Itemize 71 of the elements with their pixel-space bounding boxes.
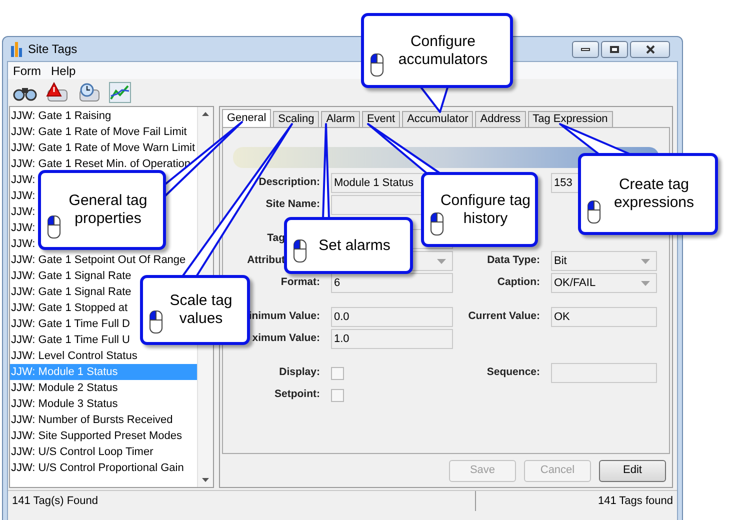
callout-text: Configure tag history [440,192,531,228]
chart-icon[interactable] [109,82,131,103]
close-icon [646,44,654,54]
input-field[interactable]: 1.0 [331,329,453,349]
tag-list-item[interactable]: JJW: Site Supported Preset Modes [10,428,197,444]
tag-list-item[interactable]: JJW: Module 3 Status [10,396,197,412]
close-button[interactable] [630,40,670,58]
tag-list-item[interactable]: JJW: U/S Control Proportional Gain [10,460,197,476]
clock-scroll-icon[interactable] [77,82,101,104]
tag-list-item[interactable]: JJW: Module 2 Status [10,380,197,396]
field-label: inimum Value: [248,310,320,322]
input-field[interactable]: 6 [331,273,453,293]
status-text: 141 Tags found [598,495,673,507]
tab[interactable]: Tag Expression [528,111,613,127]
menu-item[interactable]: Form [13,62,41,80]
callout-text: Scale tag values [168,292,234,328]
status-text: 141 Tag(s) Found [12,495,98,507]
tag-list-item[interactable]: JJW: Level Control Status [10,348,197,364]
tab[interactable]: Event [362,111,400,127]
field-label: Attribut [247,254,285,266]
dropdown-caret-icon [641,259,650,264]
scroll-up-icon[interactable] [202,112,209,116]
dropdown-caret-icon [641,281,650,286]
alarm-scroll-icon[interactable] [45,82,69,104]
field-label: Setpoint: [274,388,320,400]
input-field[interactable]: OK [551,307,657,327]
tag-list-item[interactable]: JJW: Gate 1 Raising [10,108,197,124]
dropdown-field[interactable]: OK/FAIL [551,273,657,293]
field-label: Site Name: [266,198,320,210]
field-label: Current Value: [468,310,540,322]
tag-list-item[interactable]: JJW: Gate 1 Rate of Move Warn Limit [10,140,197,156]
tag-list-item[interactable]: JJW: Gate 1 Rate of Move Fail Limit [10,124,197,140]
tag-list-item[interactable]: JJW: Gate 1 Reset Min. of Operation [10,156,197,172]
field-label: Format: [280,276,320,288]
menu-item[interactable]: Help [51,62,76,80]
dropdown-caret-icon [437,259,446,264]
mouse-icon [370,53,384,77]
field-label: Data Type: [487,254,540,266]
mouse-icon [587,200,601,224]
app-logo-icon [11,42,23,56]
mouse-icon [47,215,61,239]
tab[interactable]: Alarm [321,111,360,127]
input-field[interactable]: 0.0 [331,307,453,327]
callout-text: Set alarms [318,236,390,254]
tab[interactable]: Scaling [273,111,320,127]
scroll-down-icon[interactable] [202,478,209,482]
field-label: Description: [258,176,320,188]
dropdown-field[interactable]: Bit [551,251,657,271]
action-button[interactable]: Edit [599,460,666,482]
callout-text: Configure accumulators [397,32,489,68]
mouse-icon [293,239,307,263]
tag-list-item[interactable]: JJW: U/S Control Loop Timer [10,444,197,460]
input-field[interactable] [551,363,657,383]
checkbox[interactable] [331,388,344,402]
minimize-button[interactable] [572,40,599,58]
field-label: Tag [267,232,285,244]
field-label: Display: [279,366,320,378]
mouse-icon [430,212,444,236]
tab[interactable]: Address [475,111,526,127]
mouse-icon [149,310,163,334]
field-label: ximum Value: [252,332,320,344]
tag-list-item[interactable]: JJW: Number of Bursts Received [10,412,197,428]
tab[interactable]: General [222,109,272,127]
window-title: Site Tags [28,41,78,58]
checkbox[interactable] [331,366,344,380]
callout-text: General tag properties [68,192,148,228]
maximize-button[interactable] [601,40,628,58]
field-label: Sequence: [486,366,540,378]
tab[interactable]: Accumulator [402,111,474,127]
field-label: Caption: [497,276,540,288]
callout-text: Create tag expressions [612,176,696,212]
